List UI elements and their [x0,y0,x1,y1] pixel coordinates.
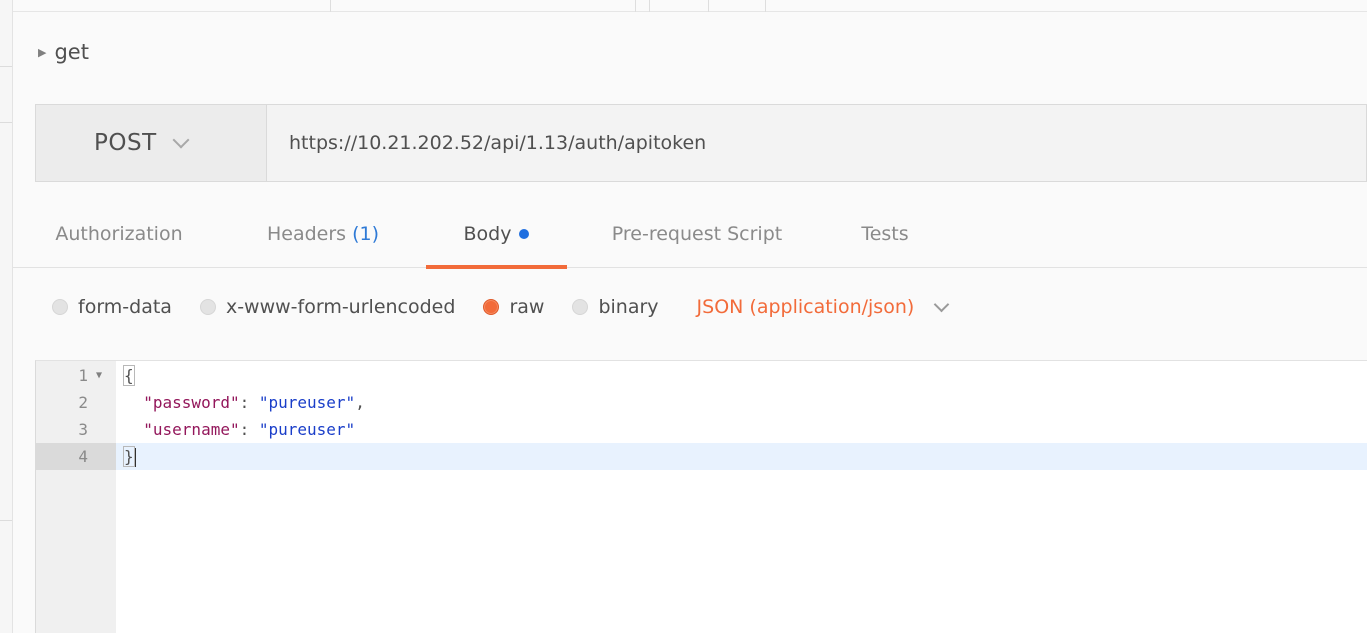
line-number: 4 [36,443,116,470]
tab-label: Tests [861,223,909,245]
line-number: 2 [36,389,116,416]
line-number: 1 ▼ [36,362,116,389]
json-comma: , [355,393,365,412]
request-name-label: get [54,40,89,64]
code-line-active: 4 } [36,443,1367,470]
tab-pre-request-script[interactable]: Pre-request Script [596,200,798,268]
radio-raw[interactable]: raw [483,296,544,318]
code-line: 1 ▼ { [36,362,1367,389]
code-text: { [123,362,135,389]
tab-body[interactable]: Body [426,200,567,269]
code-text: } [123,443,136,470]
method-dropdown[interactable]: POST [36,105,267,181]
radio-button[interactable] [572,299,589,315]
json-value: "pureuser" [258,420,356,439]
sidebar-divider [0,122,12,123]
tab-separator [330,0,331,12]
headers-count-badge: (1) [352,223,379,245]
body-editor[interactable]: 1 ▼ { 2 "password": "pureuser", 3 "usern… [35,360,1367,633]
brace-close: } [123,446,135,467]
caret-right-icon[interactable]: ▶ [38,46,46,59]
tab-authorization[interactable]: Authorization [43,200,195,268]
chevron-down-icon [934,296,950,312]
radio-label: x-www-form-urlencoded [225,296,456,318]
tab-tests[interactable]: Tests [855,200,915,268]
radio-label: raw [509,296,545,318]
brace-open: { [123,365,135,386]
request-tab-strip [13,0,1367,12]
code-line: 3 "username": "pureuser" [36,416,1367,443]
fold-caret-icon[interactable]: ▼ [96,362,102,389]
content-type-dropdown[interactable]: JSON (application/json) [696,296,950,318]
line-number-text: 2 [78,393,88,412]
tab-label: Headers [266,223,347,245]
body-type-selector: form-data x-www-form-urlencoded raw bina… [52,290,950,324]
code-text: "username": "pureuser" [143,420,356,439]
radio-label: form-data [78,296,172,318]
tab-separator [708,0,709,12]
tab-separator [765,0,766,12]
json-key: "password" [143,393,240,412]
radio-label: binary [598,296,659,318]
line-number-text: 1 [78,366,88,385]
radio-binary[interactable]: binary [572,296,659,318]
tab-separator [649,0,650,12]
radio-x-www-form-urlencoded[interactable]: x-www-form-urlencoded [199,296,456,318]
chevron-down-icon [172,131,190,149]
line-number-text: 4 [78,447,88,466]
code-text: "password": "pureuser", [143,393,365,412]
url-bar: POST [35,104,1367,182]
request-name[interactable]: ▶ get [38,40,89,64]
sidebar-divider [0,520,12,521]
content-type-label: JSON (application/json) [696,296,915,318]
request-tabs: Authorization Headers (1) Body Pre-reque… [13,200,1367,269]
radio-button-selected[interactable] [483,299,500,315]
tab-label: Authorization [55,223,183,245]
sidebar-divider [0,66,12,67]
line-number-text: 3 [78,420,88,439]
json-key: "username" [143,420,240,439]
json-value: "pureuser" [258,393,356,412]
code-line: 2 "password": "pureuser", [36,389,1367,416]
radio-button[interactable] [52,299,68,315]
line-number: 3 [36,416,116,443]
tab-separator [635,0,636,12]
method-label: POST [94,130,157,156]
radio-button[interactable] [199,299,216,315]
tab-headers[interactable]: Headers (1) [253,200,393,268]
sidebar-edge [0,0,13,633]
modified-dot-icon [519,229,530,239]
radio-form-data[interactable]: form-data [52,296,172,318]
url-input[interactable] [267,105,1366,181]
tab-label: Body [463,223,512,245]
text-cursor [134,448,136,467]
tab-label: Pre-request Script [611,223,783,245]
